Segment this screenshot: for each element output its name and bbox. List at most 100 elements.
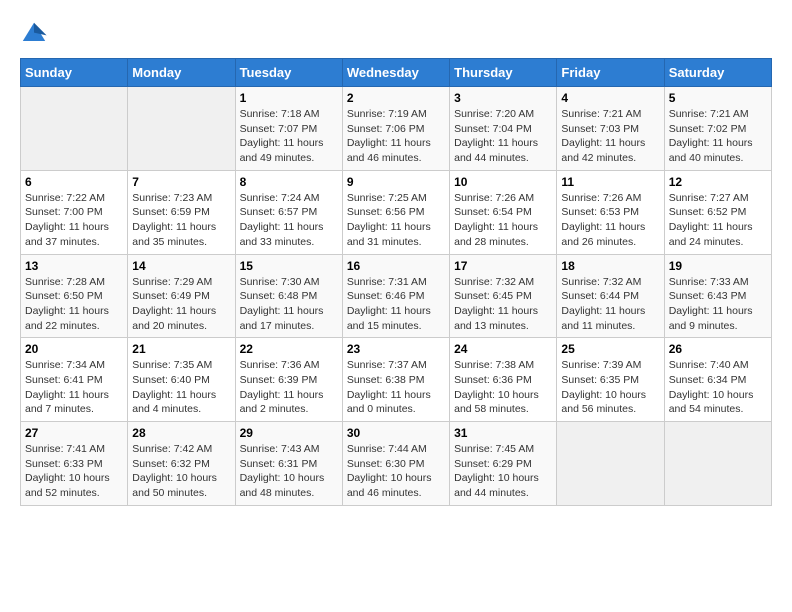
calendar-cell: 5 Sunrise: 7:21 AMSunset: 7:02 PMDaylight… xyxy=(664,87,771,171)
day-info: Sunrise: 7:42 AMSunset: 6:32 PMDaylight:… xyxy=(132,442,230,501)
calendar-cell: 14 Sunrise: 7:29 AMSunset: 6:49 PMDayligh… xyxy=(128,254,235,338)
day-info: Sunrise: 7:18 AMSunset: 7:07 PMDaylight:… xyxy=(240,107,338,166)
calendar-cell: 18 Sunrise: 7:32 AMSunset: 6:44 PMDayligh… xyxy=(557,254,664,338)
calendar-header-row: SundayMondayTuesdayWednesdayThursdayFrid… xyxy=(21,59,772,87)
day-info: Sunrise: 7:26 AMSunset: 6:53 PMDaylight:… xyxy=(561,191,659,250)
calendar-week-5: 27 Sunrise: 7:41 AMSunset: 6:33 PMDayligh… xyxy=(21,422,772,506)
day-info: Sunrise: 7:21 AMSunset: 7:03 PMDaylight:… xyxy=(561,107,659,166)
day-info: Sunrise: 7:20 AMSunset: 7:04 PMDaylight:… xyxy=(454,107,552,166)
day-number: 1 xyxy=(240,91,338,105)
calendar-cell: 23 Sunrise: 7:37 AMSunset: 6:38 PMDayligh… xyxy=(342,338,449,422)
calendar-cell: 3 Sunrise: 7:20 AMSunset: 7:04 PMDaylight… xyxy=(450,87,557,171)
day-info: Sunrise: 7:43 AMSunset: 6:31 PMDaylight:… xyxy=(240,442,338,501)
col-header-monday: Monday xyxy=(128,59,235,87)
day-info: Sunrise: 7:25 AMSunset: 6:56 PMDaylight:… xyxy=(347,191,445,250)
calendar-cell: 25 Sunrise: 7:39 AMSunset: 6:35 PMDayligh… xyxy=(557,338,664,422)
day-number: 23 xyxy=(347,342,445,356)
day-info: Sunrise: 7:26 AMSunset: 6:54 PMDaylight:… xyxy=(454,191,552,250)
calendar-cell: 30 Sunrise: 7:44 AMSunset: 6:30 PMDayligh… xyxy=(342,422,449,506)
day-number: 12 xyxy=(669,175,767,189)
col-header-friday: Friday xyxy=(557,59,664,87)
calendar-cell: 28 Sunrise: 7:42 AMSunset: 6:32 PMDayligh… xyxy=(128,422,235,506)
day-info: Sunrise: 7:36 AMSunset: 6:39 PMDaylight:… xyxy=(240,358,338,417)
calendar-cell: 6 Sunrise: 7:22 AMSunset: 7:00 PMDaylight… xyxy=(21,170,128,254)
calendar-cell: 7 Sunrise: 7:23 AMSunset: 6:59 PMDaylight… xyxy=(128,170,235,254)
day-number: 26 xyxy=(669,342,767,356)
day-info: Sunrise: 7:21 AMSunset: 7:02 PMDaylight:… xyxy=(669,107,767,166)
day-info: Sunrise: 7:41 AMSunset: 6:33 PMDaylight:… xyxy=(25,442,123,501)
day-info: Sunrise: 7:23 AMSunset: 6:59 PMDaylight:… xyxy=(132,191,230,250)
day-number: 27 xyxy=(25,426,123,440)
day-info: Sunrise: 7:40 AMSunset: 6:34 PMDaylight:… xyxy=(669,358,767,417)
day-number: 5 xyxy=(669,91,767,105)
col-header-thursday: Thursday xyxy=(450,59,557,87)
calendar-week-2: 6 Sunrise: 7:22 AMSunset: 7:00 PMDaylight… xyxy=(21,170,772,254)
day-number: 7 xyxy=(132,175,230,189)
day-number: 17 xyxy=(454,259,552,273)
day-info: Sunrise: 7:39 AMSunset: 6:35 PMDaylight:… xyxy=(561,358,659,417)
day-number: 14 xyxy=(132,259,230,273)
calendar-cell: 4Sunrise: 7:21 AMSunset: 7:03 PMDaylight… xyxy=(557,87,664,171)
day-number: 28 xyxy=(132,426,230,440)
calendar-cell: 27 Sunrise: 7:41 AMSunset: 6:33 PMDayligh… xyxy=(21,422,128,506)
calendar-cell: 9Sunrise: 7:25 AMSunset: 6:56 PMDaylight… xyxy=(342,170,449,254)
day-info: Sunrise: 7:31 AMSunset: 6:46 PMDaylight:… xyxy=(347,275,445,334)
day-number: 6 xyxy=(25,175,123,189)
day-info: Sunrise: 7:32 AMSunset: 6:45 PMDaylight:… xyxy=(454,275,552,334)
day-number: 20 xyxy=(25,342,123,356)
col-header-sunday: Sunday xyxy=(21,59,128,87)
calendar-cell: 19 Sunrise: 7:33 AMSunset: 6:43 PMDayligh… xyxy=(664,254,771,338)
day-number: 25 xyxy=(561,342,659,356)
day-info: Sunrise: 7:27 AMSunset: 6:52 PMDaylight:… xyxy=(669,191,767,250)
day-info: Sunrise: 7:45 AMSunset: 6:29 PMDaylight:… xyxy=(454,442,552,501)
day-info: Sunrise: 7:34 AMSunset: 6:41 PMDaylight:… xyxy=(25,358,123,417)
calendar-cell xyxy=(664,422,771,506)
day-info: Sunrise: 7:33 AMSunset: 6:43 PMDaylight:… xyxy=(669,275,767,334)
calendar-cell: 24Sunrise: 7:38 AMSunset: 6:36 PMDayligh… xyxy=(450,338,557,422)
day-number: 3 xyxy=(454,91,552,105)
calendar-cell: 2Sunrise: 7:19 AMSunset: 7:06 PMDaylight… xyxy=(342,87,449,171)
day-number: 13 xyxy=(25,259,123,273)
calendar-cell: 26 Sunrise: 7:40 AMSunset: 6:34 PMDayligh… xyxy=(664,338,771,422)
day-number: 8 xyxy=(240,175,338,189)
day-info: Sunrise: 7:22 AMSunset: 7:00 PMDaylight:… xyxy=(25,191,123,250)
day-number: 21 xyxy=(132,342,230,356)
day-info: Sunrise: 7:28 AMSunset: 6:50 PMDaylight:… xyxy=(25,275,123,334)
calendar-week-1: 1 Sunrise: 7:18 AMSunset: 7:07 PMDaylight… xyxy=(21,87,772,171)
calendar-cell: 11 Sunrise: 7:26 AMSunset: 6:53 PMDayligh… xyxy=(557,170,664,254)
col-header-tuesday: Tuesday xyxy=(235,59,342,87)
day-info: Sunrise: 7:29 AMSunset: 6:49 PMDaylight:… xyxy=(132,275,230,334)
day-number: 30 xyxy=(347,426,445,440)
day-info: Sunrise: 7:38 AMSunset: 6:36 PMDaylight:… xyxy=(454,358,552,417)
day-info: Sunrise: 7:44 AMSunset: 6:30 PMDaylight:… xyxy=(347,442,445,501)
calendar-cell: 8 Sunrise: 7:24 AMSunset: 6:57 PMDaylight… xyxy=(235,170,342,254)
day-info: Sunrise: 7:32 AMSunset: 6:44 PMDaylight:… xyxy=(561,275,659,334)
calendar-week-4: 20 Sunrise: 7:34 AMSunset: 6:41 PMDayligh… xyxy=(21,338,772,422)
calendar-cell: 1 Sunrise: 7:18 AMSunset: 7:07 PMDaylight… xyxy=(235,87,342,171)
calendar-cell xyxy=(128,87,235,171)
day-info: Sunrise: 7:37 AMSunset: 6:38 PMDaylight:… xyxy=(347,358,445,417)
day-info: Sunrise: 7:24 AMSunset: 6:57 PMDaylight:… xyxy=(240,191,338,250)
calendar-table: SundayMondayTuesdayWednesdayThursdayFrid… xyxy=(20,58,772,506)
calendar-cell: 16Sunrise: 7:31 AMSunset: 6:46 PMDayligh… xyxy=(342,254,449,338)
day-number: 31 xyxy=(454,426,552,440)
calendar-cell: 31 Sunrise: 7:45 AMSunset: 6:29 PMDayligh… xyxy=(450,422,557,506)
calendar-cell xyxy=(557,422,664,506)
day-number: 18 xyxy=(561,259,659,273)
day-number: 11 xyxy=(561,175,659,189)
day-number: 19 xyxy=(669,259,767,273)
calendar-cell: 29Sunrise: 7:43 AMSunset: 6:31 PMDayligh… xyxy=(235,422,342,506)
day-number: 15 xyxy=(240,259,338,273)
calendar-cell: 10Sunrise: 7:26 AMSunset: 6:54 PMDayligh… xyxy=(450,170,557,254)
col-header-wednesday: Wednesday xyxy=(342,59,449,87)
calendar-cell: 22 Sunrise: 7:36 AMSunset: 6:39 PMDayligh… xyxy=(235,338,342,422)
calendar-cell: 20 Sunrise: 7:34 AMSunset: 6:41 PMDayligh… xyxy=(21,338,128,422)
calendar-cell: 15 Sunrise: 7:30 AMSunset: 6:48 PMDayligh… xyxy=(235,254,342,338)
col-header-saturday: Saturday xyxy=(664,59,771,87)
day-number: 22 xyxy=(240,342,338,356)
calendar-cell xyxy=(21,87,128,171)
logo xyxy=(20,20,52,48)
day-info: Sunrise: 7:30 AMSunset: 6:48 PMDaylight:… xyxy=(240,275,338,334)
calendar-cell: 17 Sunrise: 7:32 AMSunset: 6:45 PMDayligh… xyxy=(450,254,557,338)
day-info: Sunrise: 7:35 AMSunset: 6:40 PMDaylight:… xyxy=(132,358,230,417)
